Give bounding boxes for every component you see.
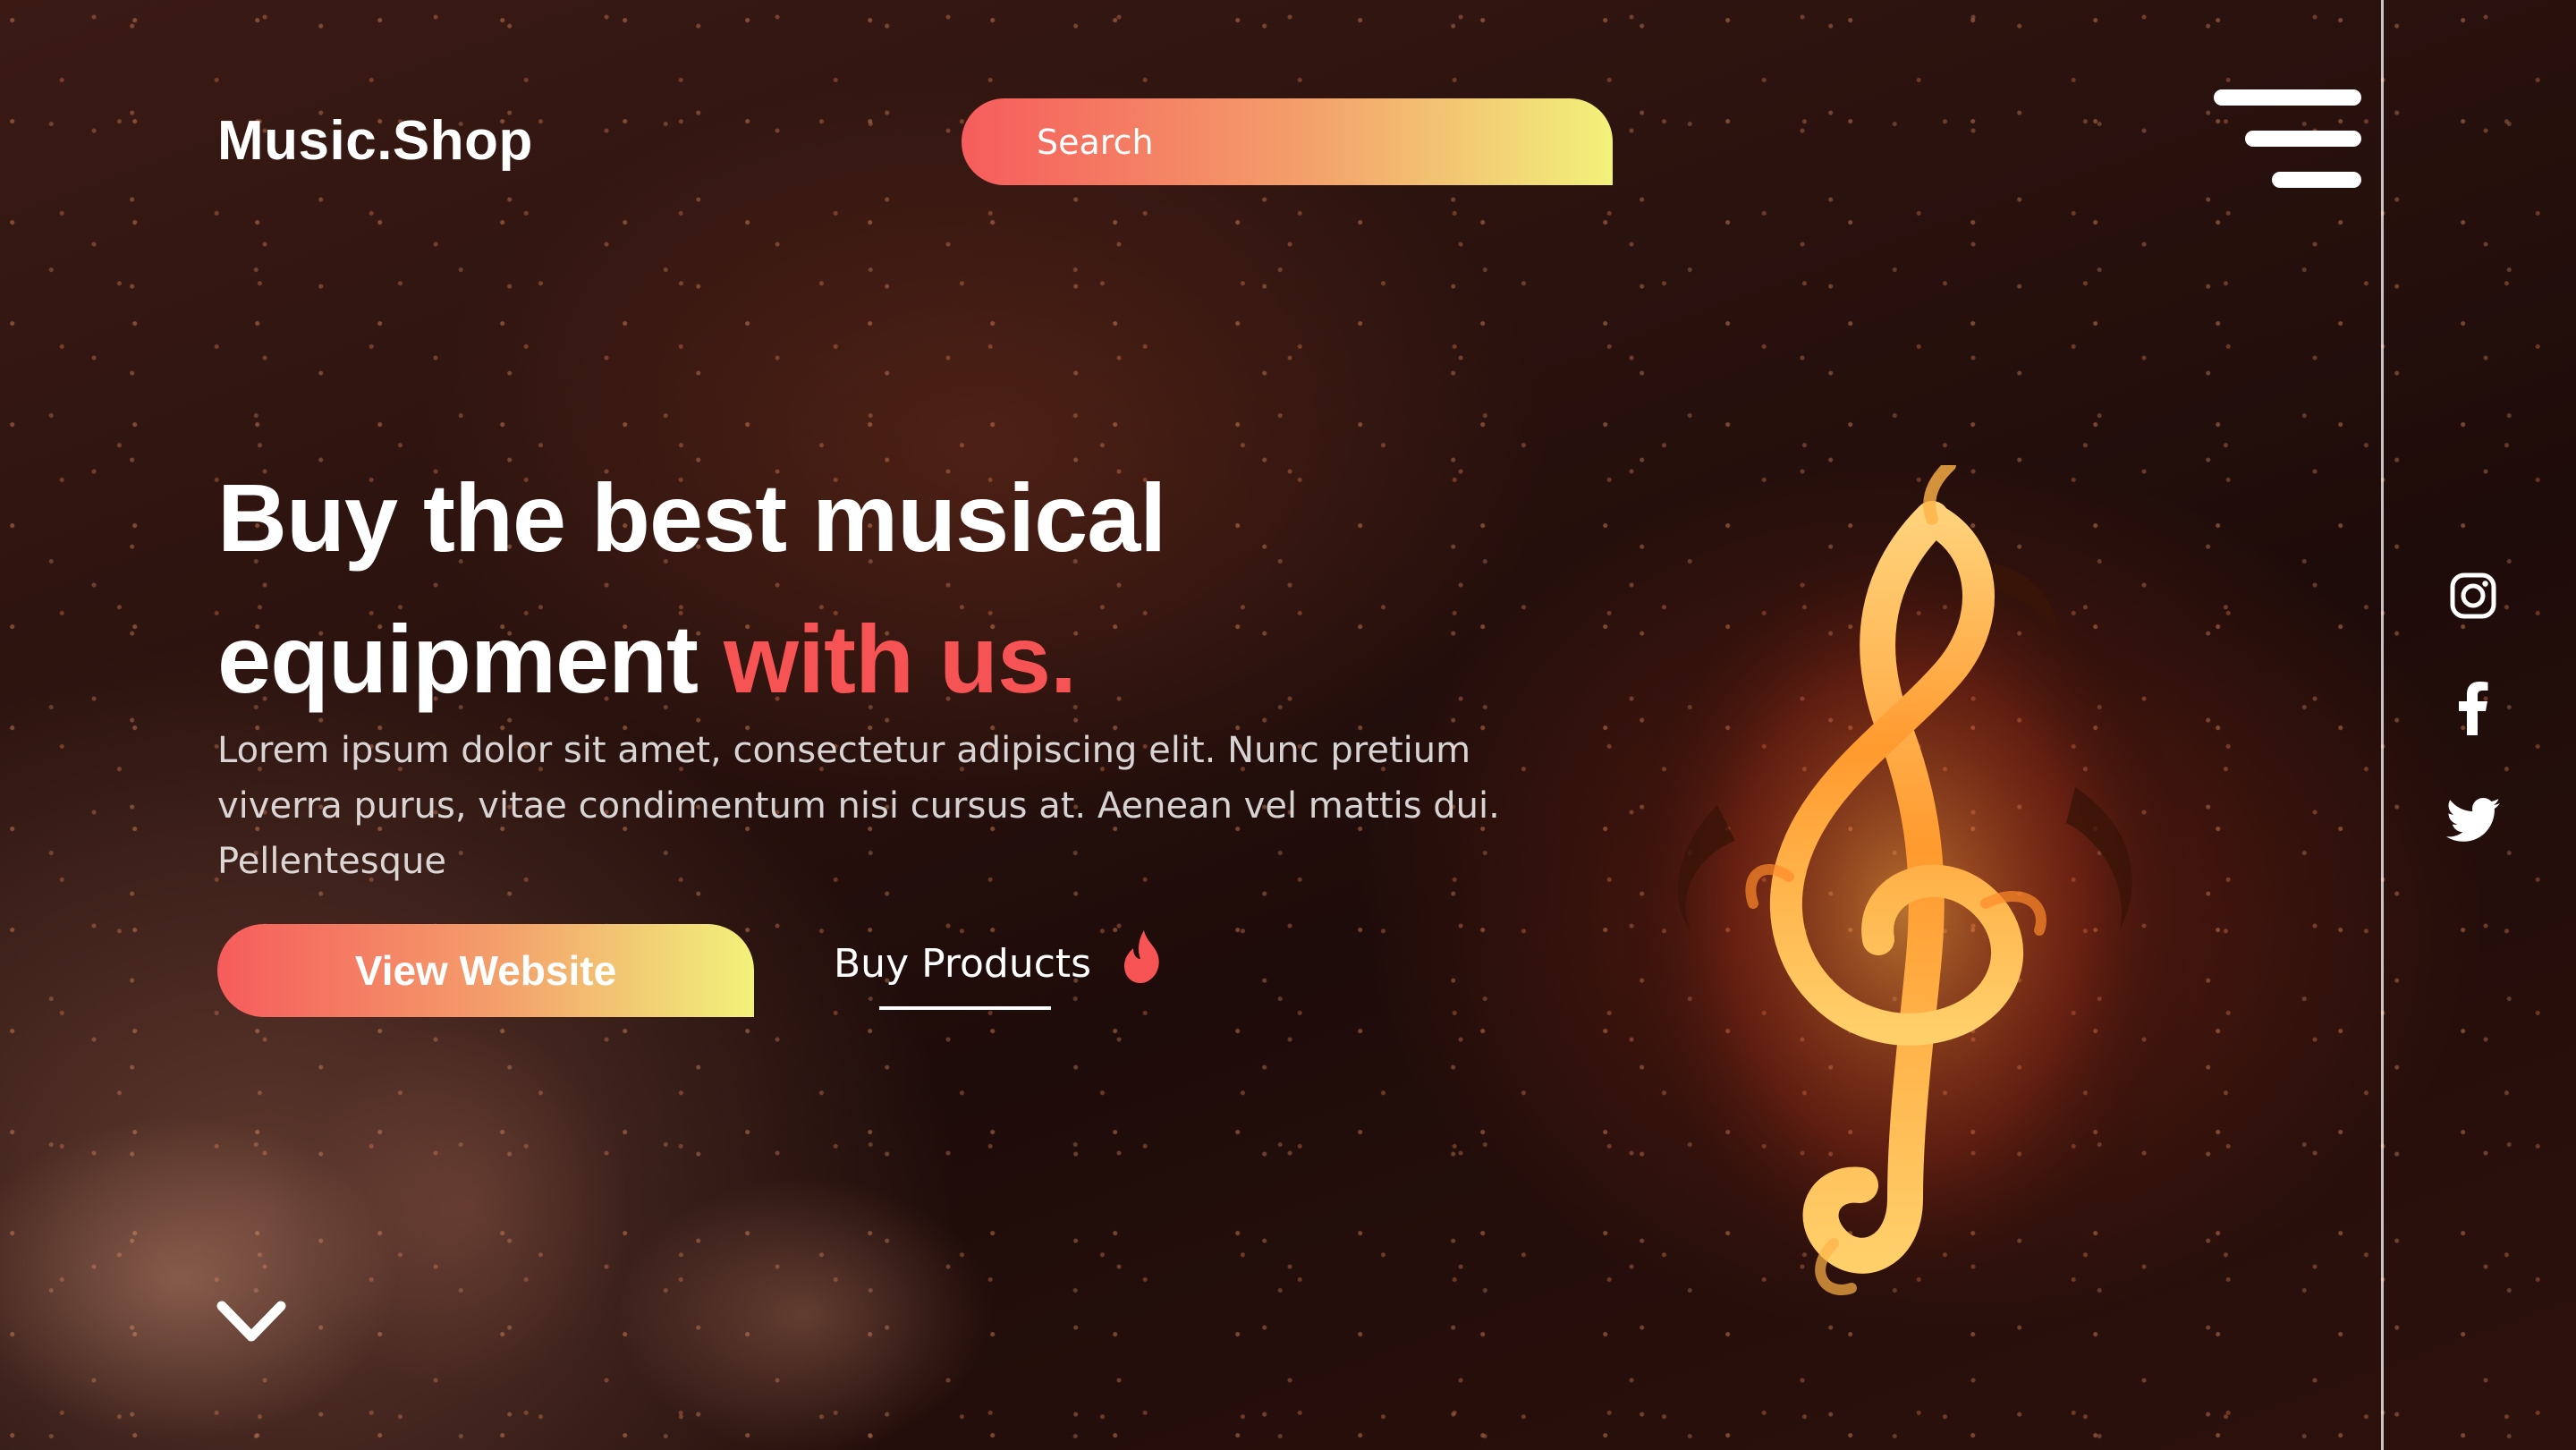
search-input[interactable] bbox=[1037, 122, 1538, 162]
headline-line-2: equipment with us. bbox=[217, 589, 1165, 730]
menu-bar-middle bbox=[2245, 131, 2361, 147]
instagram-icon[interactable] bbox=[2450, 572, 2496, 619]
flaming-treble-clef-image bbox=[1610, 465, 2200, 1324]
headline-plain-text: equipment bbox=[217, 605, 724, 713]
menu-bar-top bbox=[2214, 89, 2361, 106]
search-bar[interactable] bbox=[962, 98, 1613, 185]
view-website-button[interactable]: View Website bbox=[217, 924, 754, 1017]
buy-products-link[interactable]: Buy Products bbox=[834, 941, 1091, 987]
hamburger-menu-icon[interactable] bbox=[2209, 89, 2361, 192]
hero-headline: Buy the best musical equipment with us. bbox=[217, 447, 1166, 730]
headline-accent-text: with us. bbox=[724, 605, 1077, 713]
twitter-icon[interactable] bbox=[2446, 798, 2500, 843]
flame-icon bbox=[1124, 930, 1159, 984]
facebook-icon[interactable] bbox=[2458, 682, 2488, 735]
sidebar-divider bbox=[2381, 0, 2384, 1450]
menu-bar-bottom bbox=[2272, 172, 2361, 188]
site-logo[interactable]: Music.Shop bbox=[217, 109, 533, 173]
buy-products-underline bbox=[879, 1006, 1051, 1010]
chevron-down-icon[interactable] bbox=[215, 1297, 288, 1347]
hero-description: Lorem ipsum dolor sit amet, consectetur … bbox=[217, 730, 1500, 882]
headline-line-1: Buy the best musical bbox=[217, 463, 1166, 572]
social-links bbox=[2442, 572, 2504, 843]
